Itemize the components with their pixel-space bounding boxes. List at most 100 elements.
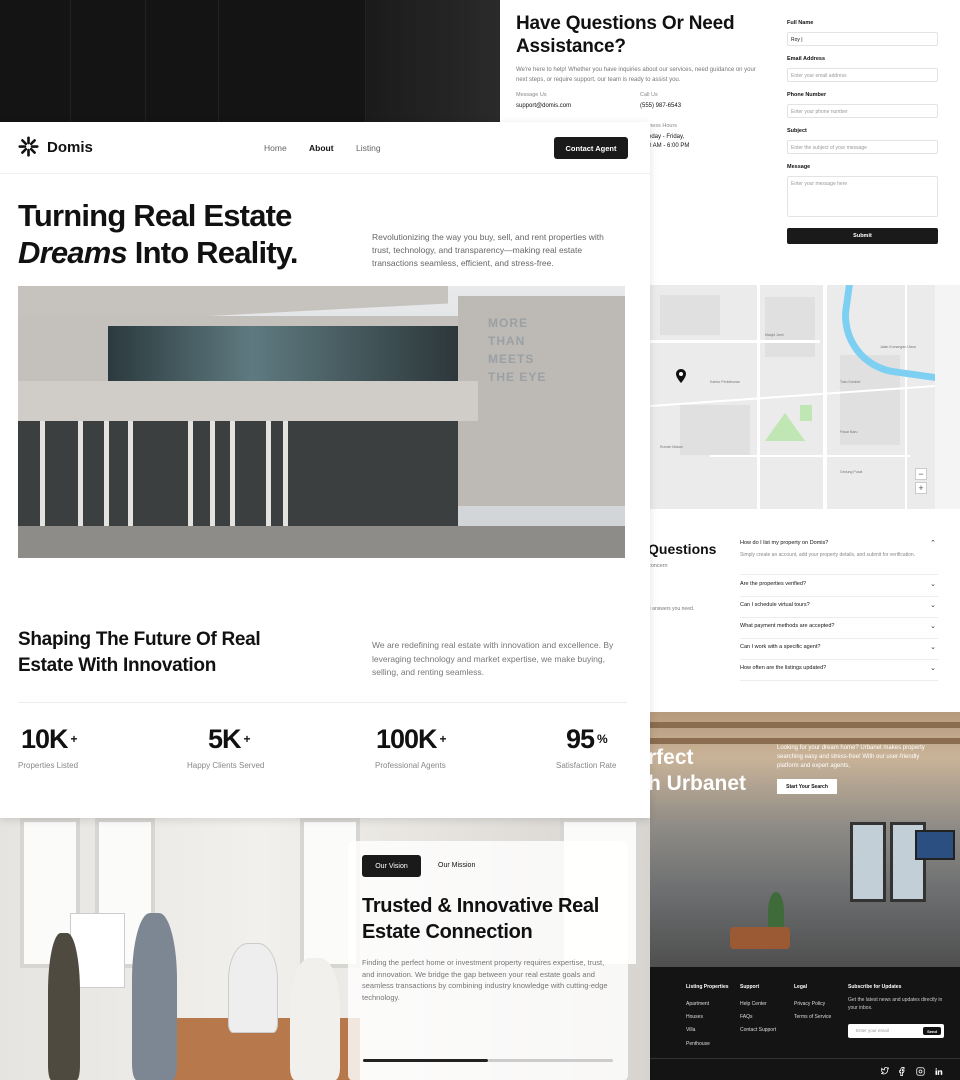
footer-link[interactable]: Houses	[686, 1014, 703, 1020]
building-sign: MORE THAN MEETS THE EYE	[488, 316, 547, 384]
nav-link-about[interactable]: About	[309, 143, 334, 153]
vision-section: Our Vision Our Mission Trusted & Innovat…	[0, 818, 650, 1080]
chevron-down-icon: ⌄	[930, 644, 936, 651]
faq-question: Can I schedule virtual tours?	[740, 602, 810, 608]
faq-item[interactable]: How do I list my property on Domis? Simp…	[740, 540, 938, 575]
section-divider	[18, 702, 627, 703]
facebook-icon[interactable]	[899, 1067, 905, 1076]
hero-description: Revolutionizing the way you buy, sell, a…	[372, 232, 604, 268]
faq-section: Questions concern e answers you need. Ho…	[648, 509, 960, 712]
business-hours-label: iness Hours	[648, 123, 678, 129]
tab-our-vision[interactable]: Our Vision	[362, 855, 421, 877]
hero-title-line1: Turning Real Estate	[18, 198, 292, 233]
chevron-down-icon: ⌄	[930, 602, 936, 609]
nav-link-home[interactable]: Home	[264, 143, 287, 153]
banner-text: Looking for your dream home? Urbanet mak…	[777, 745, 925, 769]
subject-field[interactable]: Enter the subject of your message	[787, 140, 938, 154]
faq-answer: Simply create an account, add your prope…	[740, 552, 916, 558]
footer-col-title: Support	[740, 984, 760, 990]
footer: Listing Properties Apartment Houses Vill…	[650, 967, 960, 1080]
email-field[interactable]: Enter your email address	[787, 68, 938, 82]
footer-link[interactable]: Privacy Policy	[794, 1001, 825, 1007]
innovation-title: Shaping The Future Of Real Estate With I…	[18, 629, 261, 676]
chevron-down-icon: ⌄	[930, 665, 936, 672]
faq-item[interactable]: What payment methods are accepted? ⌄	[740, 623, 938, 639]
location-map[interactable]: Jalan Kumangan Utara Masjid Jami Kantor …	[650, 285, 935, 509]
phone-number-link[interactable]: (555) 987-6543	[640, 103, 681, 109]
linkedin-icon[interactable]	[934, 1067, 943, 1076]
map-label: Jalan Kumangan Utara	[880, 345, 916, 349]
hero-building-image: MORE THAN MEETS THE EYE	[18, 286, 625, 558]
stat-value: 5K +	[208, 724, 251, 754]
subscribe-email-input[interactable]: Enter your email Send	[848, 1024, 944, 1038]
office-screen	[915, 830, 955, 860]
phone-field[interactable]: Enter your phone number	[787, 104, 938, 118]
zoom-in-button[interactable]: +	[915, 482, 927, 494]
faq-question: How do I list my property on Domis?	[740, 540, 829, 546]
faq-item[interactable]: Can I schedule virtual tours? ⌄	[740, 602, 938, 618]
message-label: Message	[787, 164, 811, 170]
map-pin-icon[interactable]	[676, 369, 686, 383]
footer-link[interactable]: Contact Support	[740, 1027, 776, 1033]
footer-divider	[650, 1058, 960, 1059]
message-field[interactable]: Enter your message here	[787, 176, 938, 217]
map-label: Gedung Pusat	[840, 470, 863, 474]
full-name-field[interactable]: Roy |	[787, 32, 938, 46]
instagram-icon[interactable]	[916, 1067, 925, 1076]
footer-link[interactable]: Help Center	[740, 1001, 767, 1007]
top-navbar: Domis Home About Listing Contact Agent	[0, 122, 650, 174]
map-label: Rumah Makan	[660, 445, 683, 449]
footer-link[interactable]: Apartment	[686, 1001, 709, 1007]
banner-heading: rfect	[650, 746, 694, 769]
footer-col-title: Listing Properties	[686, 984, 729, 990]
contact-agent-button[interactable]: Contact Agent	[554, 137, 628, 159]
dark-hero-backdrop	[0, 0, 500, 122]
submit-button[interactable]: Submit	[787, 228, 938, 244]
start-search-button[interactable]: Start Your Search	[777, 779, 837, 794]
faq-title: Questions	[648, 541, 717, 557]
faq-subtitle-2: e answers you need.	[648, 606, 695, 612]
faq-question: Are the properties verified?	[740, 581, 807, 587]
call-us-label: Call Us	[640, 92, 658, 98]
subscribe-text: Get the latest news and updates directly…	[848, 997, 943, 1011]
nav-link-listing[interactable]: Listing	[356, 143, 381, 153]
zoom-out-button[interactable]: −	[915, 468, 927, 480]
faq-item[interactable]: Are the properties verified? ⌄	[740, 581, 938, 597]
footer-link[interactable]: FAQs	[740, 1014, 753, 1020]
business-hours-days: eday - Friday,	[648, 134, 685, 140]
chevron-down-icon: ⌄	[930, 581, 936, 588]
footer-link[interactable]: Penthouse	[686, 1041, 710, 1047]
tab-our-mission[interactable]: Our Mission	[438, 862, 475, 869]
stat-label: Professional Agents	[375, 761, 446, 770]
contact-intro: We're here to help! Whether you have inq…	[516, 67, 756, 83]
hero-title-line2: Dreams Into Reality.	[18, 235, 299, 271]
chevron-up-icon: ⌃	[930, 540, 936, 547]
phone-label: Phone Number	[787, 92, 827, 98]
send-button[interactable]: Send	[923, 1027, 941, 1035]
faq-item[interactable]: How often are the listings updated? ⌄	[740, 665, 938, 681]
stat-value: 100K +	[376, 724, 447, 754]
logo-icon[interactable]	[18, 136, 39, 157]
faq-item[interactable]: Can I work with a specific agent? ⌄	[740, 644, 938, 660]
cta-banner: rfect h Urbanet Looking for your dream h…	[650, 712, 960, 967]
contact-title: Have Questions Or Need Assistance?	[516, 13, 735, 57]
footer-link[interactable]: Villa	[686, 1027, 695, 1033]
faq-question: How often are the listings updated?	[740, 665, 827, 671]
stat-label: Happy Clients Served	[187, 761, 265, 770]
email-placeholder: Enter your email	[856, 1028, 889, 1033]
stat-value: 10K +	[21, 724, 78, 754]
vision-card: Our Vision Our Mission Trusted & Innovat…	[348, 841, 628, 1080]
footer-link[interactable]: Terms of Service	[794, 1014, 831, 1020]
message-us-label: Message Us	[516, 92, 547, 98]
twitter-icon[interactable]	[880, 1067, 889, 1075]
full-name-label: Full Name	[787, 20, 814, 26]
stat-label: Properties Listed	[18, 761, 79, 770]
faq-subtitle: concern	[648, 563, 668, 569]
brand-name[interactable]: Domis	[47, 139, 93, 156]
vision-description: Finding the perfect home or investment p…	[362, 958, 608, 1002]
footer-col-title: Subscribe for Updates	[848, 984, 902, 990]
map-label: Kantor Perkebunan	[710, 380, 741, 384]
support-email-link[interactable]: support@domis.com	[516, 103, 571, 109]
footer-col-title: Legal	[794, 984, 808, 990]
innovation-description: We are redefining real estate with innov…	[372, 640, 614, 677]
